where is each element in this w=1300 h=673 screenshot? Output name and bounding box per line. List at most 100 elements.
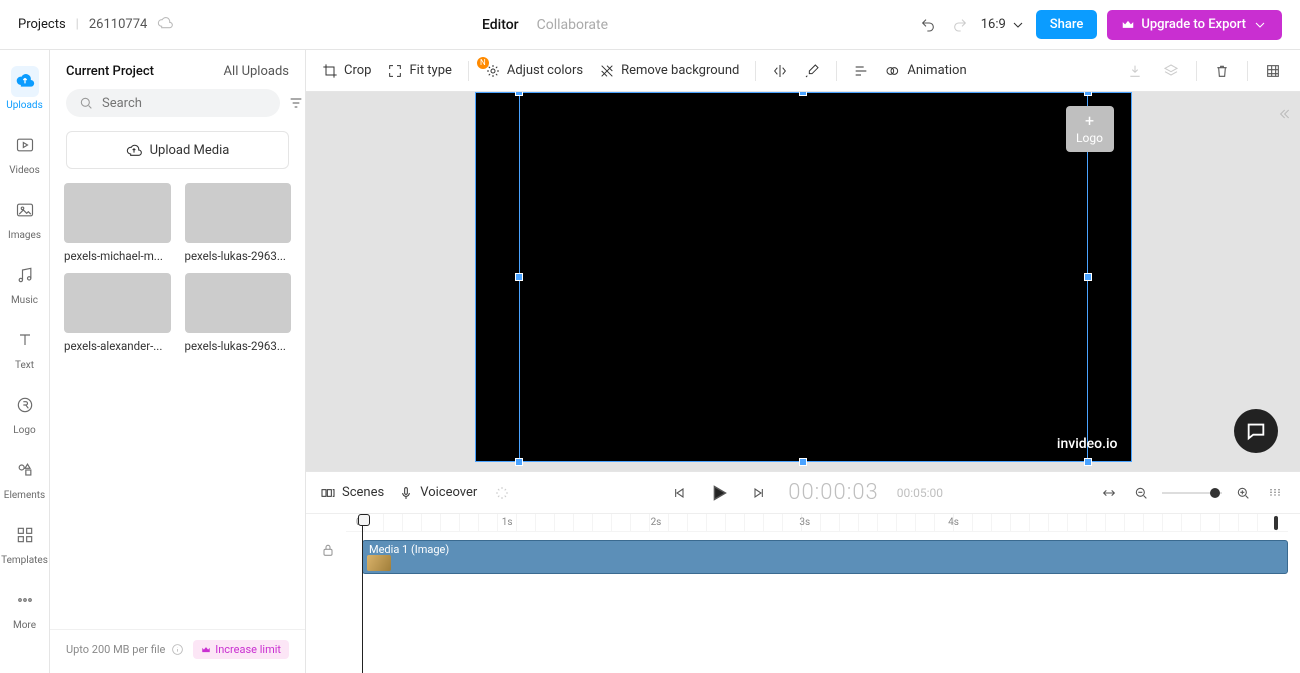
fit-type-button[interactable]: Fit type bbox=[387, 63, 451, 79]
top-right-actions: 16:9 Share Upgrade to Export bbox=[917, 10, 1282, 40]
lane-lock-icon[interactable] bbox=[320, 542, 336, 562]
align-button[interactable] bbox=[853, 63, 869, 79]
rail-music[interactable]: Music bbox=[0, 253, 49, 314]
resize-handle[interactable] bbox=[515, 458, 523, 466]
crop-button[interactable]: Crop bbox=[322, 63, 371, 79]
breadcrumb-project-id[interactable]: 26110774 bbox=[89, 17, 147, 32]
adjust-colors-button[interactable]: Adjust colors bbox=[485, 63, 583, 79]
undo-button[interactable] bbox=[917, 14, 939, 36]
zoom-out-button[interactable] bbox=[1130, 482, 1152, 504]
logo-placeholder[interactable]: + Logo bbox=[1066, 106, 1114, 152]
current-time: 00:00:03 bbox=[788, 480, 878, 505]
increase-limit-label: Increase limit bbox=[215, 643, 281, 656]
resize-handle[interactable] bbox=[515, 273, 523, 281]
rail-templates[interactable]: Templates bbox=[0, 513, 49, 574]
video-canvas[interactable]: + Logo invideo.io bbox=[475, 92, 1132, 462]
animation-button[interactable]: Animation bbox=[885, 63, 966, 79]
align-icon bbox=[853, 63, 869, 79]
media-caption: pexels-alexander-... bbox=[64, 339, 171, 353]
panel-tabs: Current Project All Uploads bbox=[50, 50, 305, 89]
uploads-panel: Current Project All Uploads Upload Media… bbox=[50, 50, 306, 673]
timeline[interactable]: 0s 1s 2s 3s 4s Media 1 (Image) bbox=[306, 513, 1300, 673]
rail-text[interactable]: Text bbox=[0, 318, 49, 379]
plus-icon: + bbox=[1085, 113, 1094, 129]
share-button[interactable]: Share bbox=[1036, 10, 1098, 39]
rail-elements[interactable]: Elements bbox=[0, 448, 49, 509]
toolbar-separator bbox=[836, 61, 837, 81]
redo-button[interactable] bbox=[949, 14, 971, 36]
rail-uploads[interactable]: Uploads bbox=[0, 58, 49, 119]
playbar-right bbox=[1098, 482, 1286, 504]
rail-label: Text bbox=[15, 360, 34, 371]
aspect-ratio-select[interactable]: 16:9 bbox=[981, 17, 1026, 33]
timeline-ruler[interactable]: 0s 1s 2s 3s 4s bbox=[346, 514, 1288, 532]
scenes-toggle[interactable]: Scenes bbox=[320, 485, 384, 501]
voiceover-button[interactable]: Voiceover bbox=[398, 485, 477, 501]
resize-handle[interactable] bbox=[1084, 458, 1092, 466]
tab-all-uploads[interactable]: All Uploads bbox=[224, 64, 289, 79]
play-button[interactable] bbox=[708, 482, 730, 504]
media-item[interactable]: pexels-alexander-... bbox=[64, 273, 171, 353]
next-button[interactable] bbox=[748, 482, 770, 504]
rail-logo[interactable]: Logo bbox=[0, 383, 49, 444]
timeline-end[interactable] bbox=[1274, 516, 1278, 530]
toolbar-left: Crop Fit type Adjust colors Remove backg… bbox=[322, 61, 967, 81]
rail-more[interactable]: More bbox=[0, 578, 49, 639]
color-picker-button[interactable] bbox=[804, 63, 820, 79]
canvas-area[interactable]: + Logo invideo.io bbox=[306, 92, 1300, 471]
music-icon bbox=[15, 265, 35, 285]
rail-label: Logo bbox=[13, 425, 35, 436]
image-icon bbox=[15, 200, 35, 220]
resize-handle[interactable] bbox=[515, 92, 523, 96]
media-caption: pexels-michael-m... bbox=[64, 249, 171, 263]
increase-limit-button[interactable]: Increase limit bbox=[193, 640, 289, 659]
resize-handle[interactable] bbox=[1084, 92, 1092, 96]
filter-button[interactable] bbox=[288, 92, 304, 114]
fit-width-button[interactable] bbox=[1098, 482, 1120, 504]
playhead[interactable] bbox=[362, 516, 363, 673]
crown-icon bbox=[201, 645, 211, 655]
breadcrumb-projects[interactable]: Projects bbox=[18, 17, 66, 32]
timeline-clip[interactable]: Media 1 (Image) bbox=[362, 540, 1288, 574]
zoom-slider[interactable] bbox=[1162, 492, 1222, 494]
grid-toggle-button[interactable] bbox=[1262, 60, 1284, 82]
media-caption: pexels-lukas-2963... bbox=[185, 339, 292, 353]
resize-handle[interactable] bbox=[1084, 273, 1092, 281]
info-icon[interactable] bbox=[171, 643, 184, 656]
scenes-label: Scenes bbox=[342, 485, 384, 500]
download-frame-button[interactable] bbox=[1124, 60, 1146, 82]
upgrade-button[interactable]: Upgrade to Export bbox=[1107, 10, 1282, 40]
flip-button[interactable] bbox=[772, 63, 788, 79]
zoom-in-button[interactable] bbox=[1232, 482, 1254, 504]
search-box[interactable] bbox=[66, 89, 280, 117]
media-item[interactable]: pexels-michael-m... bbox=[64, 183, 171, 263]
media-item[interactable]: pexels-lukas-2963... bbox=[185, 273, 292, 353]
collapse-right-panel[interactable] bbox=[1276, 106, 1292, 126]
tab-editor[interactable]: Editor bbox=[482, 17, 519, 33]
toolbar-separator bbox=[755, 61, 756, 81]
search-input[interactable] bbox=[102, 96, 268, 111]
crop-icon bbox=[322, 63, 338, 79]
tab-collaborate[interactable]: Collaborate bbox=[537, 17, 608, 33]
chevron-down-icon bbox=[1252, 17, 1268, 33]
tab-current-project[interactable]: Current Project bbox=[66, 64, 154, 79]
magic-button[interactable] bbox=[491, 482, 513, 504]
selection-outline bbox=[475, 92, 1132, 462]
help-chat-button[interactable] bbox=[1234, 409, 1278, 453]
layer-button[interactable] bbox=[1160, 60, 1182, 82]
toolbar-separator bbox=[1247, 61, 1248, 81]
resize-handle[interactable] bbox=[799, 92, 807, 96]
animation-icon bbox=[885, 63, 901, 79]
ruler-mark: 2s bbox=[651, 517, 662, 528]
prev-button[interactable] bbox=[668, 482, 690, 504]
upload-media-button[interactable]: Upload Media bbox=[66, 131, 289, 169]
delete-button[interactable] bbox=[1211, 60, 1233, 82]
timeline-settings-button[interactable] bbox=[1264, 482, 1286, 504]
rail-videos[interactable]: Videos bbox=[0, 123, 49, 184]
logo-placeholder-label: Logo bbox=[1076, 131, 1103, 145]
resize-handle[interactable] bbox=[799, 458, 807, 466]
remove-bg-button[interactable]: Remove background bbox=[599, 63, 739, 79]
rail-images[interactable]: Images bbox=[0, 188, 49, 249]
editor-area: Crop Fit type Adjust colors Remove backg… bbox=[306, 50, 1300, 673]
media-item[interactable]: pexels-lukas-2963... bbox=[185, 183, 292, 263]
